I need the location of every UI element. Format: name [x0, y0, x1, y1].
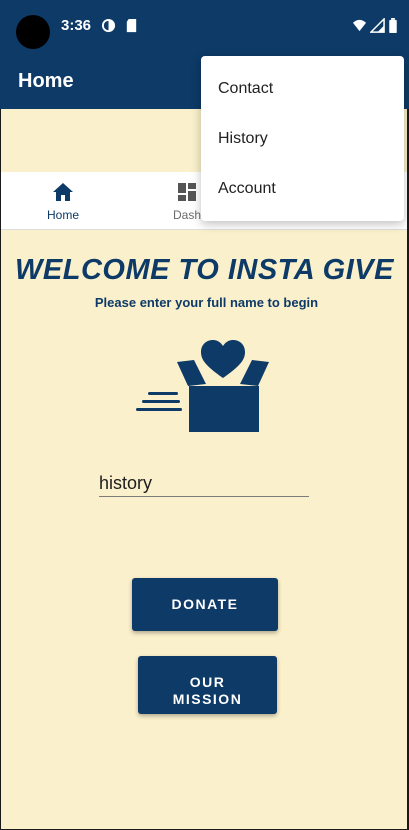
status-time: 3:36	[61, 17, 92, 34]
donate-button[interactable]: DONATE	[132, 578, 278, 631]
our-mission-button[interactable]: OUR MISSION	[138, 656, 277, 714]
frame-left-edge	[0, 109, 1, 830]
menu-item-history[interactable]: History	[201, 114, 404, 164]
menu-item-account[interactable]: Account	[201, 164, 404, 214]
camera-cutout-icon	[16, 15, 50, 49]
mission-label-line2: MISSION	[172, 691, 243, 707]
mission-label-line1: OUR	[189, 674, 226, 690]
tab-home[interactable]: Home	[1, 172, 125, 230]
wifi-icon	[352, 19, 367, 32]
menu-item-contact[interactable]: Contact	[201, 64, 404, 114]
sd-card-icon	[126, 18, 137, 33]
overflow-menu: Contact History Account	[201, 56, 404, 221]
welcome-heading: WELCOME TO INSTA GIVE	[15, 254, 394, 286]
dashboard-icon	[178, 183, 196, 201]
full-name-input[interactable]	[99, 470, 309, 497]
sync-icon	[101, 18, 116, 33]
status-bar: 3:36	[0, 0, 409, 56]
tab-home-label: Home	[46, 208, 79, 222]
welcome-subtitle: Please enter your full name to begin	[94, 295, 319, 310]
gift-box-heart-logo	[136, 340, 269, 432]
home-icon	[53, 183, 73, 201]
battery-icon	[389, 18, 397, 33]
page-title: Home	[18, 70, 74, 92]
signal-icon	[370, 18, 385, 33]
